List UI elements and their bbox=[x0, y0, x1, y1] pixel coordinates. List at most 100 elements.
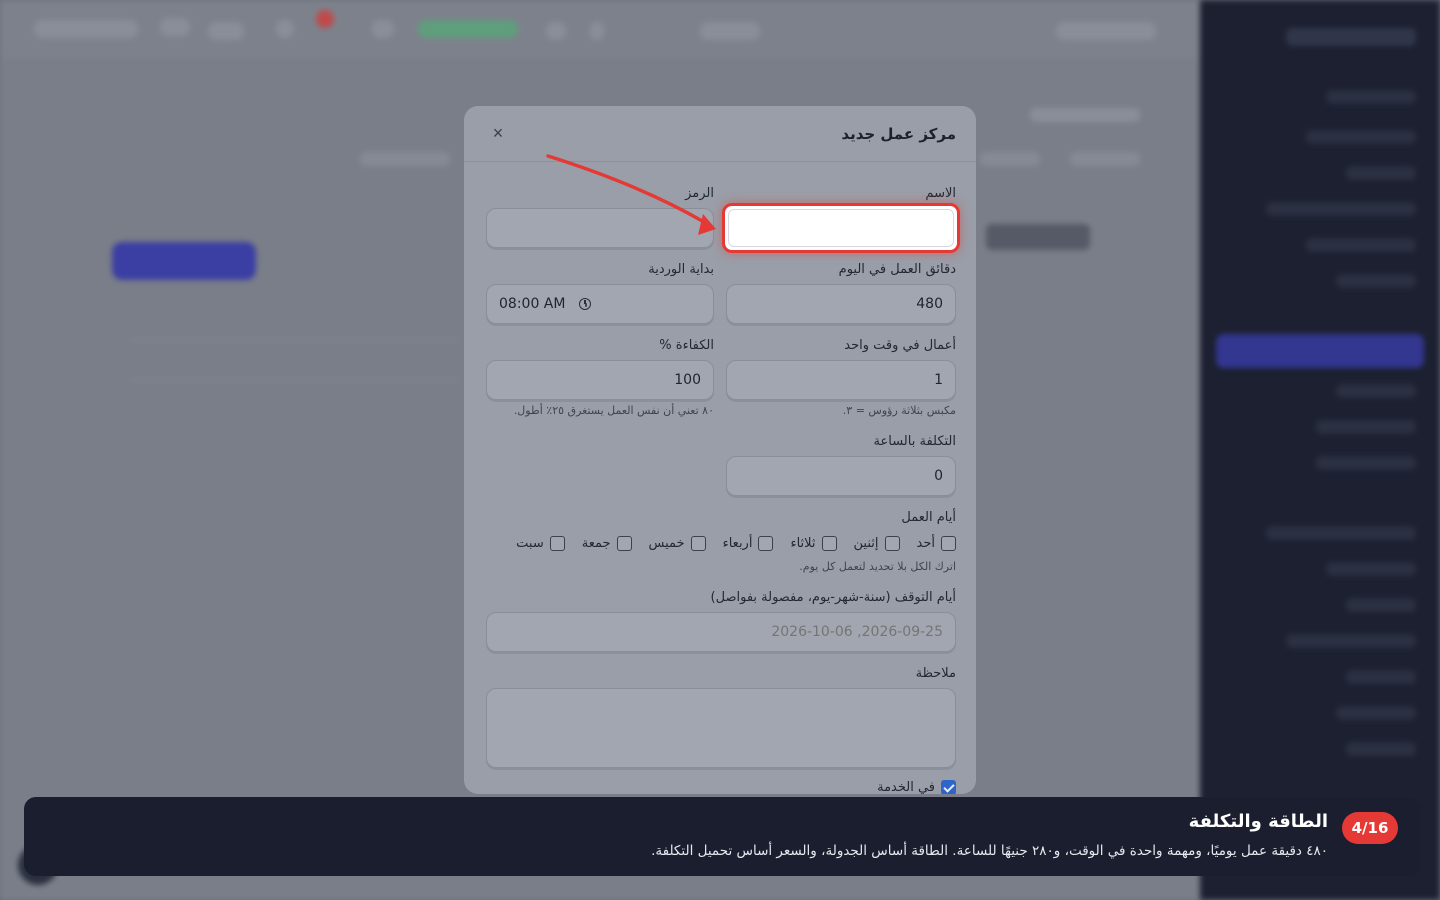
day-checkbox[interactable] bbox=[690, 536, 706, 551]
bg-placeholder bbox=[590, 22, 604, 40]
bg-tab bbox=[360, 152, 450, 166]
efficiency-hint: ٨٠ تعني أن نفس العمل يستغرق ٢٥٪ أطول. bbox=[513, 404, 714, 417]
bg-sidebar-row bbox=[1346, 670, 1416, 684]
bg-sidebar-row bbox=[1326, 562, 1416, 576]
workdays-label: أيام العمل bbox=[901, 510, 956, 525]
tour-title: الطاقة والتكلفة bbox=[1188, 811, 1328, 832]
day-label: جمعة bbox=[581, 536, 611, 551]
bg-sidebar-row bbox=[1306, 238, 1416, 252]
in-service-checkbox[interactable] bbox=[941, 780, 956, 794]
hourly-cost-value: 0 bbox=[934, 468, 943, 484]
bg-sidebar-active-item bbox=[1216, 334, 1424, 368]
day-checkbox[interactable] bbox=[549, 536, 565, 551]
shift-start-label: بداية الوردية bbox=[648, 262, 714, 277]
minutes-label: دقائق العمل في اليوم bbox=[838, 262, 956, 277]
day-tuesday[interactable]: ثلاثاء bbox=[790, 536, 837, 551]
tour-highlight-name-input[interactable] bbox=[722, 203, 960, 253]
bg-divider bbox=[130, 340, 460, 341]
hourly-cost-label: التكلفة بالساعة bbox=[873, 434, 956, 449]
bg-placeholder bbox=[372, 20, 394, 38]
tour-description: ٤٨٠ دقيقة عمل يوميًا، ومهمة واحدة في الو… bbox=[651, 843, 1328, 859]
guided-tour-bar: 4/16 الطاقة والتكلفة ٤٨٠ دقيقة عمل يوميً… bbox=[24, 797, 1420, 876]
day-label: أحد bbox=[916, 536, 935, 551]
bg-placeholder bbox=[208, 22, 244, 40]
downtime-label: أيام التوقف (سنة-شهر-يوم، مفصولة بفواصل) bbox=[710, 590, 956, 605]
day-friday[interactable]: جمعة bbox=[582, 536, 632, 551]
bg-sidebar-row bbox=[1336, 706, 1416, 720]
hourly-cost-input[interactable]: 0 bbox=[726, 456, 956, 496]
background-topbar bbox=[0, 0, 1200, 58]
bg-sidebar-row bbox=[1266, 526, 1416, 540]
day-wednesday[interactable]: أربعاء bbox=[723, 536, 774, 551]
bg-status-pill bbox=[418, 20, 518, 38]
bg-primary-button bbox=[112, 242, 256, 280]
bg-notification-dot bbox=[316, 10, 334, 28]
bg-tab bbox=[1070, 152, 1140, 166]
concurrent-label: أعمال في وقت واحد bbox=[844, 338, 956, 353]
bg-sidebar-row bbox=[1306, 130, 1416, 144]
bg-placeholder bbox=[1056, 22, 1156, 40]
bg-placeholder bbox=[160, 18, 190, 36]
close-icon[interactable]: × bbox=[484, 120, 512, 148]
name-input-highlighted[interactable] bbox=[728, 209, 954, 247]
bg-placeholder bbox=[700, 22, 760, 40]
bg-sidebar-row bbox=[1326, 90, 1416, 104]
minutes-value: 480 bbox=[916, 296, 943, 312]
day-saturday[interactable]: سبت bbox=[516, 536, 565, 551]
code-label: الرمز bbox=[685, 186, 714, 201]
shift-start-input[interactable]: 08:00 AM bbox=[486, 284, 714, 324]
day-sunday[interactable]: أحد bbox=[917, 536, 956, 551]
day-checkbox[interactable] bbox=[884, 536, 900, 551]
bg-sidebar-row bbox=[1316, 420, 1416, 434]
modal-header: مركز عمل جديد × bbox=[464, 106, 976, 162]
shift-start-value: 08:00 AM bbox=[499, 296, 566, 312]
background-sidebar bbox=[1200, 0, 1440, 900]
bg-breadcrumb bbox=[1030, 108, 1140, 122]
code-input[interactable] bbox=[486, 208, 714, 248]
workdays-checkboxes: أحد إثنين ثلاثاء أربعاء خميس جمعة سبت bbox=[499, 536, 956, 551]
day-thursday[interactable]: خميس bbox=[649, 536, 706, 551]
bg-sidebar-row bbox=[1336, 274, 1416, 288]
day-checkbox[interactable] bbox=[616, 536, 632, 551]
bg-placeholder bbox=[276, 20, 294, 38]
note-label: ملاحظة bbox=[915, 666, 956, 681]
name-label: الاسم bbox=[925, 186, 956, 201]
concurrent-value: 1 bbox=[934, 372, 943, 388]
bg-sidebar-row bbox=[1346, 166, 1416, 180]
bg-sidebar-row bbox=[1346, 598, 1416, 612]
downtime-days-input[interactable] bbox=[486, 612, 956, 652]
tour-step-badge: 4/16 bbox=[1342, 812, 1398, 844]
bg-sidebar-row bbox=[1266, 202, 1416, 216]
bg-sidebar-row bbox=[1336, 384, 1416, 398]
efficiency-label: الكفاءة % bbox=[659, 338, 714, 353]
day-label: إثنين bbox=[853, 536, 879, 551]
day-label: ثلاثاء bbox=[790, 536, 816, 551]
bg-page-title bbox=[986, 224, 1090, 250]
concurrent-jobs-input[interactable]: 1 bbox=[726, 360, 956, 400]
efficiency-input[interactable]: 100 bbox=[486, 360, 714, 400]
bg-placeholder bbox=[34, 20, 138, 38]
in-service-label: في الخدمة bbox=[877, 780, 935, 794]
bg-sidebar-row bbox=[1286, 634, 1416, 648]
efficiency-value: 100 bbox=[674, 372, 701, 388]
modal-title: مركز عمل جديد bbox=[841, 124, 956, 143]
in-service-toggle[interactable]: في الخدمة bbox=[877, 780, 956, 794]
day-checkbox[interactable] bbox=[821, 536, 837, 551]
day-label: أربعاء bbox=[722, 536, 753, 551]
day-label: خميس bbox=[648, 536, 685, 551]
workdays-hint: اترك الكل بلا تحديد لتعمل كل يوم. bbox=[799, 560, 956, 573]
bg-tab bbox=[980, 152, 1040, 166]
day-monday[interactable]: إثنين bbox=[854, 536, 900, 551]
concurrent-hint: مكبس بثلاثة رؤوس = ٣. bbox=[842, 404, 956, 417]
bg-sidebar-row bbox=[1316, 456, 1416, 470]
note-textarea[interactable] bbox=[486, 688, 956, 768]
day-label: سبت bbox=[516, 536, 544, 551]
day-checkbox[interactable] bbox=[941, 536, 956, 551]
bg-divider bbox=[130, 380, 460, 381]
day-checkbox[interactable] bbox=[758, 536, 774, 551]
clock-icon[interactable] bbox=[579, 298, 592, 310]
minutes-per-day-input[interactable]: 480 bbox=[726, 284, 956, 324]
bg-placeholder bbox=[546, 22, 566, 40]
bg-sidebar-row bbox=[1346, 742, 1416, 756]
bg-logo bbox=[1286, 28, 1416, 46]
